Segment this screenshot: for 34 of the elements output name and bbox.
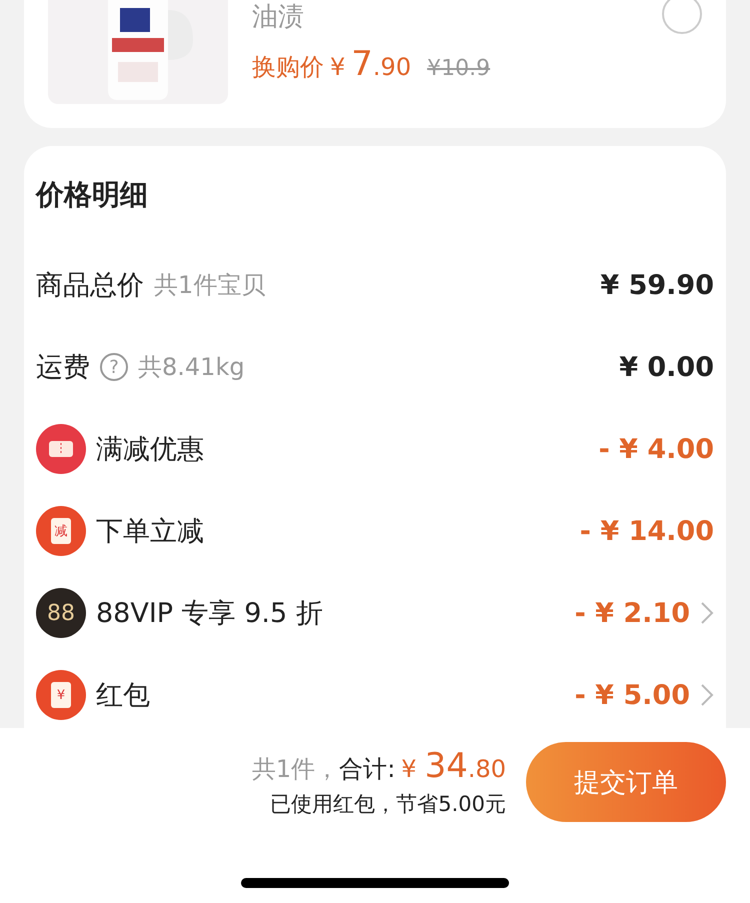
row-label: 88VIP 专享 9.5 折 [96,597,323,631]
row-label: 满减优惠 [96,433,204,467]
row-note: 共1件宝贝 [154,270,266,301]
product-title: 油渍 [252,1,305,32]
savings-note: 已使用红包，节省5.00元 [270,791,506,818]
exchange-price: 7.90 [351,44,412,84]
row-amount: - ¥ 5.00 [574,680,690,710]
row-amount: - ¥ 4.00 [598,434,714,464]
card-title: 价格明细 [36,177,149,213]
chevron-right-icon[interactable] [700,683,714,707]
ticket-icon [36,424,86,474]
currency-symbol: ¥ [330,53,346,81]
envelope-icon: 减 [36,506,86,556]
select-radio[interactable] [662,0,702,34]
total-label: 合计: [339,754,396,785]
row-amount: ¥ 0.00 [619,352,714,382]
row-amount: ¥ 59.90 [600,270,714,300]
row-amount: - ¥ 2.10 [574,598,690,628]
help-icon[interactable]: ? [100,353,128,381]
row-label: 红包 [96,679,150,713]
original-price: ¥10.9 [427,56,490,81]
row-note: 共8.41kg [138,352,245,383]
vip-icon: 88 [36,588,86,638]
item-count: 共1件， [252,754,340,785]
price-label: 换购价 [252,52,324,83]
row-amount: - ¥ 14.00 [580,516,714,546]
row-label: 运费 [36,351,90,385]
total-amount: 34.80 [424,746,506,786]
submit-order-button[interactable]: 提交订单 [526,742,726,822]
chevron-right-icon[interactable] [700,601,714,625]
envelope-icon: ¥ [36,670,86,720]
row-label: 商品总价 [36,269,144,303]
currency-symbol: ¥ [401,755,417,783]
row-label: 下单立减 [96,515,204,549]
